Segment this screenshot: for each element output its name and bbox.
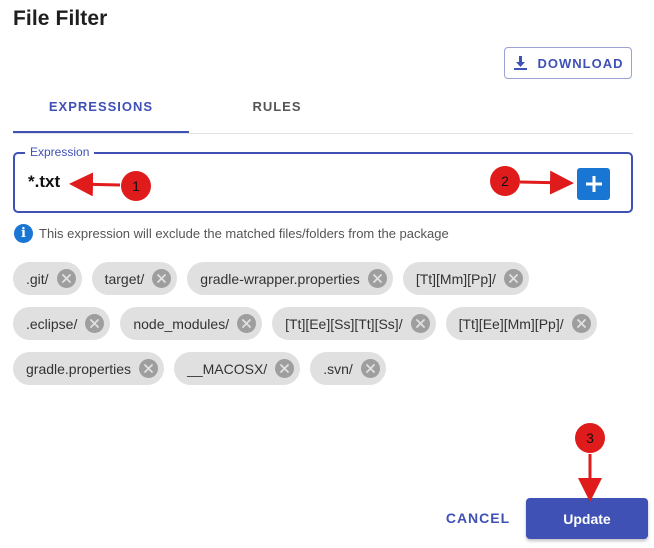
remove-chip-icon[interactable]: [139, 359, 159, 378]
chip-label: svn/: [327, 360, 353, 377]
expression-legend: Expression: [25, 145, 95, 159]
remove-chip-icon[interactable]: [152, 269, 172, 288]
chip-label: gradle.properties: [26, 360, 132, 377]
chip-label: node_modules/: [133, 315, 230, 332]
remove-chip-icon[interactable]: [410, 314, 430, 333]
tab-expressions[interactable]: EXPRESSIONS: [13, 88, 189, 133]
dialog-title: File Filter: [13, 7, 108, 30]
remove-chip-icon[interactable]: [360, 359, 380, 378]
chip-label: gradle-wrapper.properties: [200, 270, 360, 287]
download-icon: [513, 56, 527, 70]
annotation-number-3: 3: [586, 430, 594, 446]
remove-chip-icon[interactable]: [56, 269, 76, 288]
filter-chip[interactable]: target/: [91, 262, 178, 295]
annotation-marker-3: [575, 423, 605, 453]
chip-label: [Tt][Mm][Pp]/: [415, 270, 496, 287]
chip-label: git/: [29, 270, 49, 287]
chip-row: . eclipse/node_modules/ [Tt][Ee][Ss][Tt][S…: [13, 307, 643, 340]
filter-chip[interactable]: __MACOSX/: [174, 352, 301, 385]
tab-bar: EXPRESSIONS RULES: [13, 88, 633, 134]
filter-chip[interactable]: gradle-wrapper.properties: [187, 262, 393, 295]
download-button[interactable]: DOWNLOAD: [504, 47, 632, 79]
filter-chip[interactable]: . eclipse/: [13, 307, 111, 340]
hint: i This expression will exclude the match…: [14, 224, 449, 243]
hint-text: This expression will exclude the matched…: [39, 226, 449, 241]
filter-chip[interactable]: [Tt][Ee][Mm][Pp]/: [445, 307, 597, 340]
filter-chip[interactable]: [Tt][Ee][Ss][Tt][Ss]/: [272, 307, 436, 340]
tab-rules[interactable]: RULES: [189, 88, 365, 132]
chip-row: . git/target/gradle-wrapper.properties [Tt…: [13, 262, 643, 295]
remove-chip-icon[interactable]: [503, 269, 523, 288]
remove-chip-icon[interactable]: [571, 314, 591, 333]
chip-label: target/: [104, 270, 145, 287]
chip-label: __MACOSX/: [187, 360, 268, 377]
filter-chip[interactable]: [Tt][Mm][Pp]/: [402, 262, 529, 295]
remove-chip-icon[interactable]: [237, 314, 257, 333]
chip-label: eclipse/: [29, 315, 78, 332]
filter-chip[interactable]: node_modules/: [120, 307, 263, 340]
expression-input[interactable]: *.txt: [28, 172, 60, 192]
info-icon: i: [14, 224, 33, 243]
expression-field[interactable]: Expression *.txt: [13, 145, 633, 213]
filter-chip[interactable]: . git/: [13, 262, 82, 295]
filter-chip[interactable]: . svn/: [310, 352, 386, 385]
remove-chip-icon[interactable]: [275, 359, 295, 378]
update-button[interactable]: Update: [526, 498, 648, 539]
cancel-button[interactable]: CANCEL: [438, 499, 518, 537]
chip-row: gradle.properties __MACOSX/ . svn/: [13, 352, 643, 385]
chip-label: [Tt][Ee][Mm][Pp]/: [458, 315, 564, 332]
chip-label: [Tt][Ee][Ss][Tt][Ss]/: [285, 315, 403, 332]
add-expression-button[interactable]: [577, 168, 610, 200]
remove-chip-icon[interactable]: [85, 314, 105, 333]
remove-chip-icon[interactable]: [367, 269, 387, 288]
filter-chip[interactable]: gradle.properties: [13, 352, 165, 385]
download-label: DOWNLOAD: [537, 55, 624, 71]
plus-icon: [585, 176, 602, 192]
chip-list: . git/target/gradle-wrapper.properties [Tt…: [13, 262, 643, 397]
